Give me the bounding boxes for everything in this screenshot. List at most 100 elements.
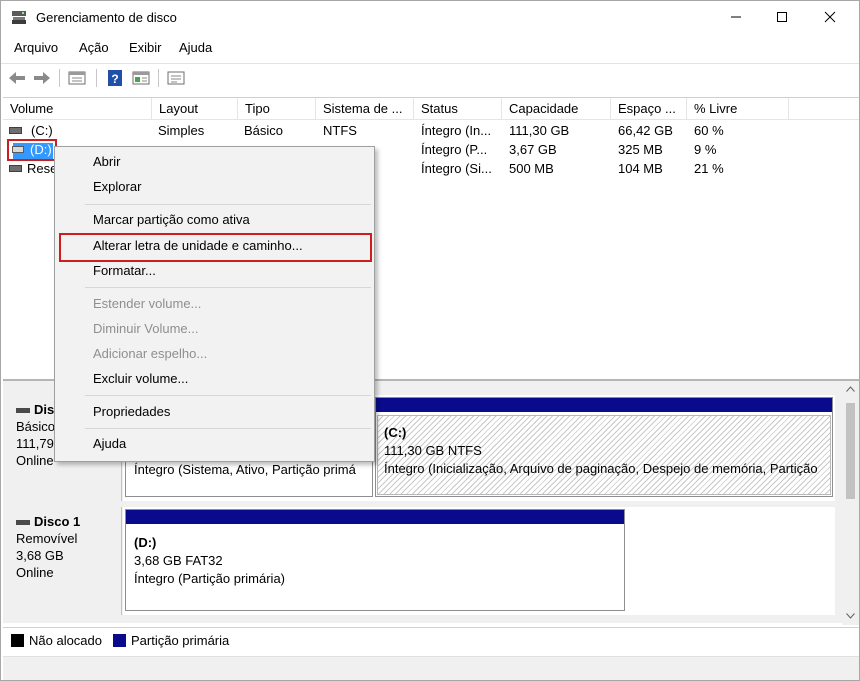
column-volume[interactable]: Volume <box>3 98 152 120</box>
disk-size: 3,68 GB <box>16 548 64 563</box>
column-layout[interactable]: Layout <box>152 98 238 120</box>
menu-separator <box>85 287 371 288</box>
column-pct-livre[interactable]: % Livre <box>687 98 789 120</box>
scroll-up-icon[interactable] <box>846 386 855 392</box>
close-button[interactable] <box>807 1 853 33</box>
toolbar: ? <box>1 63 859 91</box>
back-icon[interactable] <box>7 68 27 88</box>
cell-free: 325 MB <box>618 142 663 157</box>
cell-status: Íntegro (Si... <box>421 161 492 176</box>
cell-type: Básico <box>244 123 284 138</box>
cell-pct: 21 % <box>694 161 724 176</box>
table-row[interactable]: (C:) Simples Básico NTFS Íntegro (In... … <box>3 121 859 140</box>
menu-item-explorar[interactable]: Explorar <box>93 176 141 198</box>
column-capacidade[interactable]: Capacidade <box>502 98 611 120</box>
partition-c[interactable]: (C:) 111,30 GB NTFS Íntegro (Inicializaç… <box>375 397 833 497</box>
menu-acao[interactable]: Ação <box>79 40 109 55</box>
menu-arquivo[interactable]: Arquivo <box>14 40 58 55</box>
legend-unallocated: Não alocado <box>29 633 102 648</box>
partition-status: Íntegro (Inicialização, Arquivo de pagin… <box>384 461 818 476</box>
menu-item-formatar[interactable]: Formatar... <box>93 260 156 282</box>
properties-icon[interactable] <box>67 68 87 88</box>
partition-name: (C:) <box>384 425 407 440</box>
menu-separator <box>85 428 371 429</box>
vertical-scrollbar[interactable] <box>842 381 859 625</box>
maximize-button[interactable] <box>759 1 805 33</box>
menu-item-abrir[interactable]: Abrir <box>93 151 120 173</box>
menu-separator <box>85 395 371 396</box>
volume-icon <box>9 127 22 134</box>
list-header: Volume Layout Tipo Sistema de ... Status… <box>3 98 859 120</box>
cell-fs: NTFS <box>323 123 357 138</box>
disk-type: Removível <box>16 531 78 546</box>
menu-item-excluir[interactable]: Excluir volume... <box>93 368 188 390</box>
cell-volume: Rese <box>27 161 58 176</box>
cell-layout: Simples <box>158 123 205 138</box>
minimize-button[interactable] <box>713 1 759 33</box>
menu-item-espelho[interactable]: Adicionar espelho... <box>93 343 207 365</box>
cell-pct: 60 % <box>694 123 724 138</box>
partition-status: Íntegro (Partição primária) <box>134 571 285 586</box>
volume-icon <box>12 146 24 153</box>
toolbar-separator <box>59 69 60 87</box>
menu-separator <box>85 204 371 205</box>
disk-management-window: Gerenciamento de disco Arquivo Ação Exib… <box>0 0 860 681</box>
status-bar <box>3 656 859 680</box>
scrollbar-thumb[interactable] <box>846 403 855 499</box>
partition-d[interactable]: (D:) 3,68 GB FAT32 Íntegro (Partição pri… <box>125 509 625 611</box>
volume-icon <box>9 165 22 172</box>
view-icon[interactable] <box>131 68 151 88</box>
cell-pct: 9 % <box>694 142 717 157</box>
cell-status: Íntegro (In... <box>421 123 492 138</box>
menu-item-diminuir[interactable]: Diminuir Volume... <box>93 318 198 340</box>
menu-item-estender[interactable]: Estender volume... <box>93 293 201 315</box>
unallocated-swatch <box>11 634 24 647</box>
disk-icon <box>16 408 30 414</box>
partition-name: (D:) <box>134 535 157 550</box>
cell-capacity: 111,30 GB <box>509 123 570 138</box>
primary-partition-swatch <box>113 634 126 647</box>
disk-1-label[interactable]: Disco 1 Removível 3,68 GB Online <box>6 507 122 615</box>
minimize-icon <box>731 16 741 18</box>
menu-item-propriedades[interactable]: Propriedades <box>93 401 170 423</box>
disk-status: Online <box>16 565 54 580</box>
cell-volume: (C:) <box>31 123 53 138</box>
menu-bar: Arquivo Ação Exibir Ajuda <box>1 37 859 59</box>
context-menu: Abrir Explorar Marcar partição como ativ… <box>54 146 375 462</box>
cell-status: Íntegro (P... <box>421 142 488 157</box>
menu-item-ajuda[interactable]: Ajuda <box>93 433 126 455</box>
disk-name: Disco 1 <box>34 514 81 529</box>
cell-free: 104 MB <box>618 161 663 176</box>
toolbar-separator <box>96 69 97 87</box>
legend: Não alocado Partição primária <box>3 627 859 654</box>
toolbar-separator <box>158 69 159 87</box>
svg-text:?: ? <box>111 72 118 86</box>
close-icon <box>824 11 836 23</box>
disk-management-icon <box>12 11 26 24</box>
partition-bar <box>126 510 624 524</box>
menu-item-marcar-ativa[interactable]: Marcar partição como ativa <box>93 209 250 231</box>
menu-item-alterar-letra[interactable]: Alterar letra de unidade e caminho... <box>93 235 303 257</box>
scroll-down-icon[interactable] <box>846 613 855 619</box>
column-status[interactable]: Status <box>414 98 502 120</box>
disk-icon <box>16 520 30 526</box>
console-icon[interactable] <box>166 68 186 88</box>
help-icon[interactable]: ? <box>105 68 125 88</box>
selected-volume-label[interactable]: (D:) <box>30 142 52 158</box>
forward-icon[interactable] <box>32 68 52 88</box>
partition-size: 3,68 GB FAT32 <box>134 553 223 568</box>
cell-free: 66,42 GB <box>618 123 673 138</box>
cell-capacity: 500 MB <box>509 161 554 176</box>
partition-bar <box>376 398 832 412</box>
title-bar: Gerenciamento de disco <box>1 1 859 35</box>
column-espaco[interactable]: Espaço ... <box>611 98 687 120</box>
maximize-icon <box>777 12 787 22</box>
partition-size: 111,30 GB NTFS <box>384 443 482 458</box>
menu-ajuda[interactable]: Ajuda <box>179 40 212 55</box>
column-tipo[interactable]: Tipo <box>238 98 316 120</box>
legend-primary: Partição primária <box>131 633 230 648</box>
cell-capacity: 3,67 GB <box>509 142 557 157</box>
window-title: Gerenciamento de disco <box>36 10 177 25</box>
menu-exibir[interactable]: Exibir <box>129 40 162 55</box>
column-sistema[interactable]: Sistema de ... <box>316 98 414 120</box>
